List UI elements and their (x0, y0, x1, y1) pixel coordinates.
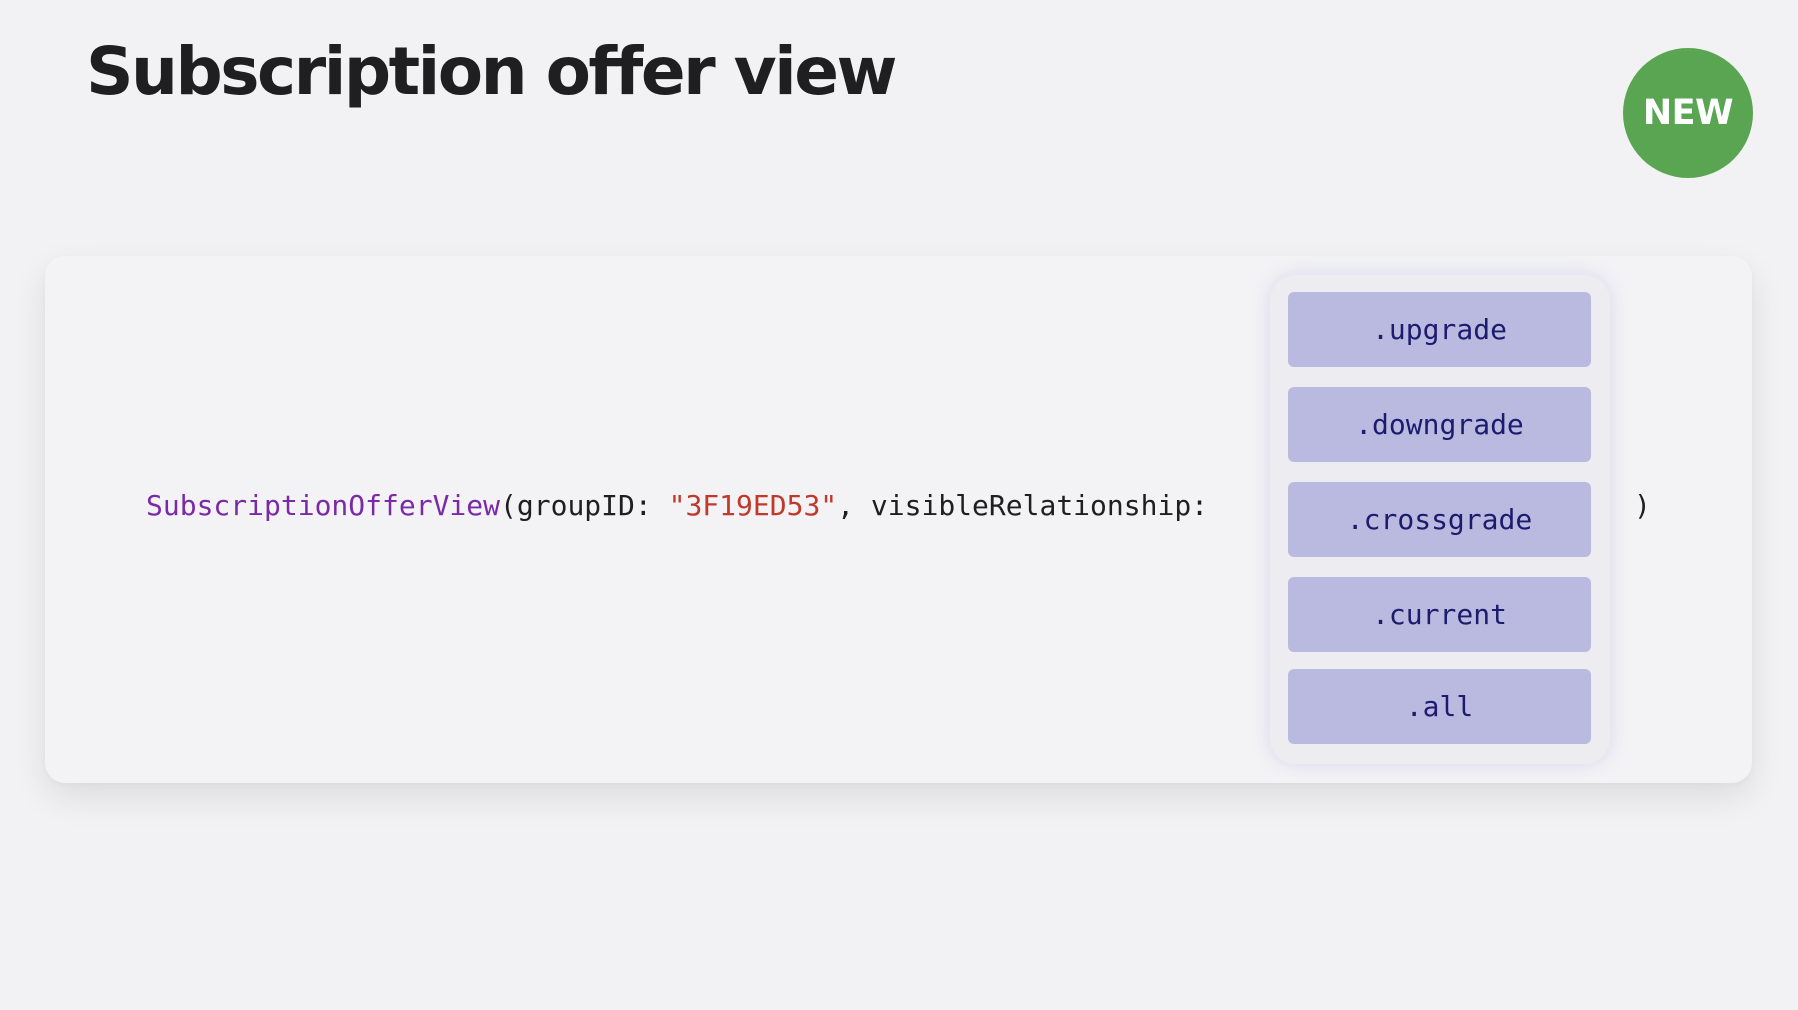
relationship-options-panel: .upgrade .downgrade .crossgrade .current… (1270, 275, 1610, 764)
option-all[interactable]: .all (1288, 669, 1591, 744)
code-string-token: "3F19ED53" (668, 489, 838, 522)
slide-title: Subscription offer view (86, 33, 898, 110)
option-current[interactable]: .current (1288, 577, 1591, 652)
code-line: SubscriptionOfferView(groupID: "3F19ED53… (146, 488, 1208, 524)
code-close-paren: ) (1634, 489, 1651, 522)
option-downgrade[interactable]: .downgrade (1288, 387, 1591, 462)
code-type-token: SubscriptionOfferView (146, 489, 501, 522)
new-badge: NEW (1623, 48, 1753, 178)
code-visible-relationship-arg: , visibleRelationship: (837, 489, 1209, 522)
option-upgrade[interactable]: .upgrade (1288, 292, 1591, 367)
code-group-id-arg: (groupID: (500, 489, 669, 522)
option-crossgrade[interactable]: .crossgrade (1288, 482, 1591, 557)
